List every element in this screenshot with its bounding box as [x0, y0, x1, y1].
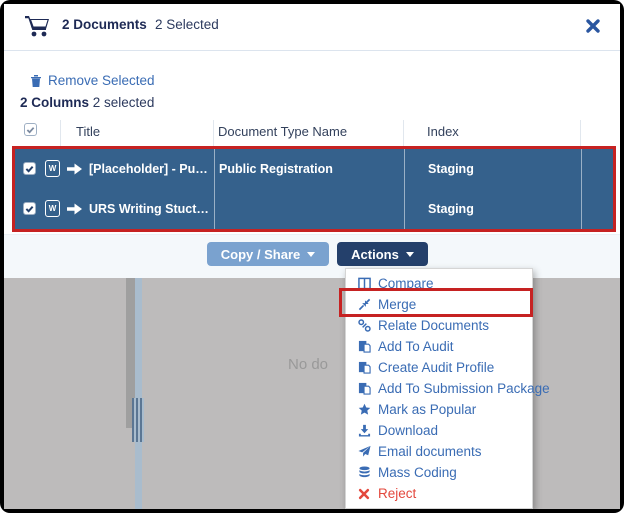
menu-item-label: Merge [378, 297, 416, 312]
columns-count: 2 Columns [20, 95, 89, 110]
copy-share-label: Copy / Share [221, 247, 300, 262]
column-header-title[interactable]: Title [76, 124, 100, 139]
row-checkbox[interactable] [23, 202, 36, 215]
column-header-divider [403, 120, 404, 146]
no-documents-text: No do [288, 356, 328, 373]
menu-item-add-to-submission-package[interactable]: Add To Submission Package [346, 378, 532, 399]
table-header: Title Document Type Name Index [14, 120, 614, 146]
caret-down-icon [406, 252, 414, 257]
menu-item-mark-as-popular[interactable]: Mark as Popular [346, 399, 532, 420]
menu-item-label: Mark as Popular [378, 402, 476, 417]
word-document-icon: W [45, 160, 60, 177]
paste-icon [357, 340, 371, 354]
menu-item-mass-coding[interactable]: Mass Coding [346, 462, 532, 483]
selected-count: 2 Selected [155, 17, 219, 32]
cart-icon [24, 14, 50, 38]
menu-item-reject[interactable]: Reject [346, 483, 532, 504]
column-header-index[interactable]: Index [427, 124, 459, 139]
caret-down-icon [307, 252, 315, 257]
link-icon [357, 319, 371, 333]
paste-icon [357, 361, 371, 375]
word-document-icon: W [45, 200, 60, 217]
menu-item-download[interactable]: Download [346, 420, 532, 441]
menu-item-label: Email documents [378, 444, 482, 459]
close-icon[interactable] [585, 18, 601, 34]
columns-selected: 2 selected [93, 95, 155, 110]
remove-selected-button[interactable]: Remove Selected [30, 73, 155, 88]
database-icon [357, 466, 371, 480]
row-title: [Placeholder] - Public Regi... [89, 162, 212, 176]
menu-item-label: Add To Submission Package [378, 381, 550, 396]
row-checkbox[interactable] [23, 162, 36, 175]
menu-item-create-audit-profile[interactable]: Create Audit Profile [346, 357, 532, 378]
menu-item-email-documents[interactable]: Email documents [346, 441, 532, 462]
select-all-checkbox[interactable] [24, 123, 37, 136]
column-header-doc-type[interactable]: Document Type Name [218, 124, 347, 139]
menu-item-label: Relate Documents [378, 318, 489, 333]
row-index: Staging [428, 202, 578, 216]
menu-item-relate-documents[interactable]: Relate Documents [346, 315, 532, 336]
remove-selected-label: Remove Selected [48, 73, 155, 88]
screenshot-frame: 2 Documents 2 Selected Remove Selected 2… [0, 0, 624, 513]
send-icon [357, 445, 371, 459]
actions-label: Actions [351, 247, 399, 262]
column-divider [60, 120, 61, 146]
column-divider [580, 120, 581, 146]
actions-dropdown-menu: Compare Merge Relate Documents Add To Au… [345, 268, 533, 509]
menu-item-label: Create Audit Profile [378, 360, 494, 375]
row-title: URS Writing Stucture [89, 202, 212, 216]
download-icon [357, 424, 371, 438]
row-index: Staging [428, 162, 578, 176]
columns-summary: 2 Columns 2 selected [20, 95, 154, 110]
menu-item-add-to-audit[interactable]: Add To Audit [346, 336, 532, 357]
menu-item-label: Download [378, 423, 438, 438]
menu-item-label: Reject [378, 486, 416, 501]
documents-count: 2 Documents [62, 17, 147, 32]
star-icon [357, 403, 371, 417]
arrow-right-icon[interactable] [67, 202, 82, 216]
menu-item-label: Mass Coding [378, 465, 457, 480]
table-row[interactable]: W [Placeholder] - Public Regi... Public … [15, 149, 613, 189]
splitter-drag-handle[interactable] [132, 398, 144, 442]
trash-icon [30, 74, 42, 88]
reject-icon [357, 487, 371, 501]
actions-button[interactable]: Actions [337, 242, 428, 266]
column-divider [213, 120, 214, 146]
compare-icon [357, 277, 371, 291]
menu-item-label: Compare [378, 276, 434, 291]
arrow-right-icon[interactable] [67, 162, 82, 176]
selected-rows-highlight: W [Placeholder] - Public Regi... Public … [12, 146, 616, 232]
copy-share-button[interactable]: Copy / Share [207, 242, 329, 266]
menu-item-compare[interactable]: Compare [346, 273, 532, 294]
row-doc-type: Public Registration [219, 162, 399, 176]
paste-icon [357, 382, 371, 396]
menu-item-label: Add To Audit [378, 339, 454, 354]
table-row[interactable]: W URS Writing Stucture Staging [15, 189, 613, 229]
merge-icon [357, 298, 371, 312]
pane-splitter[interactable] [135, 278, 142, 509]
menu-item-merge[interactable]: Merge [346, 294, 532, 315]
